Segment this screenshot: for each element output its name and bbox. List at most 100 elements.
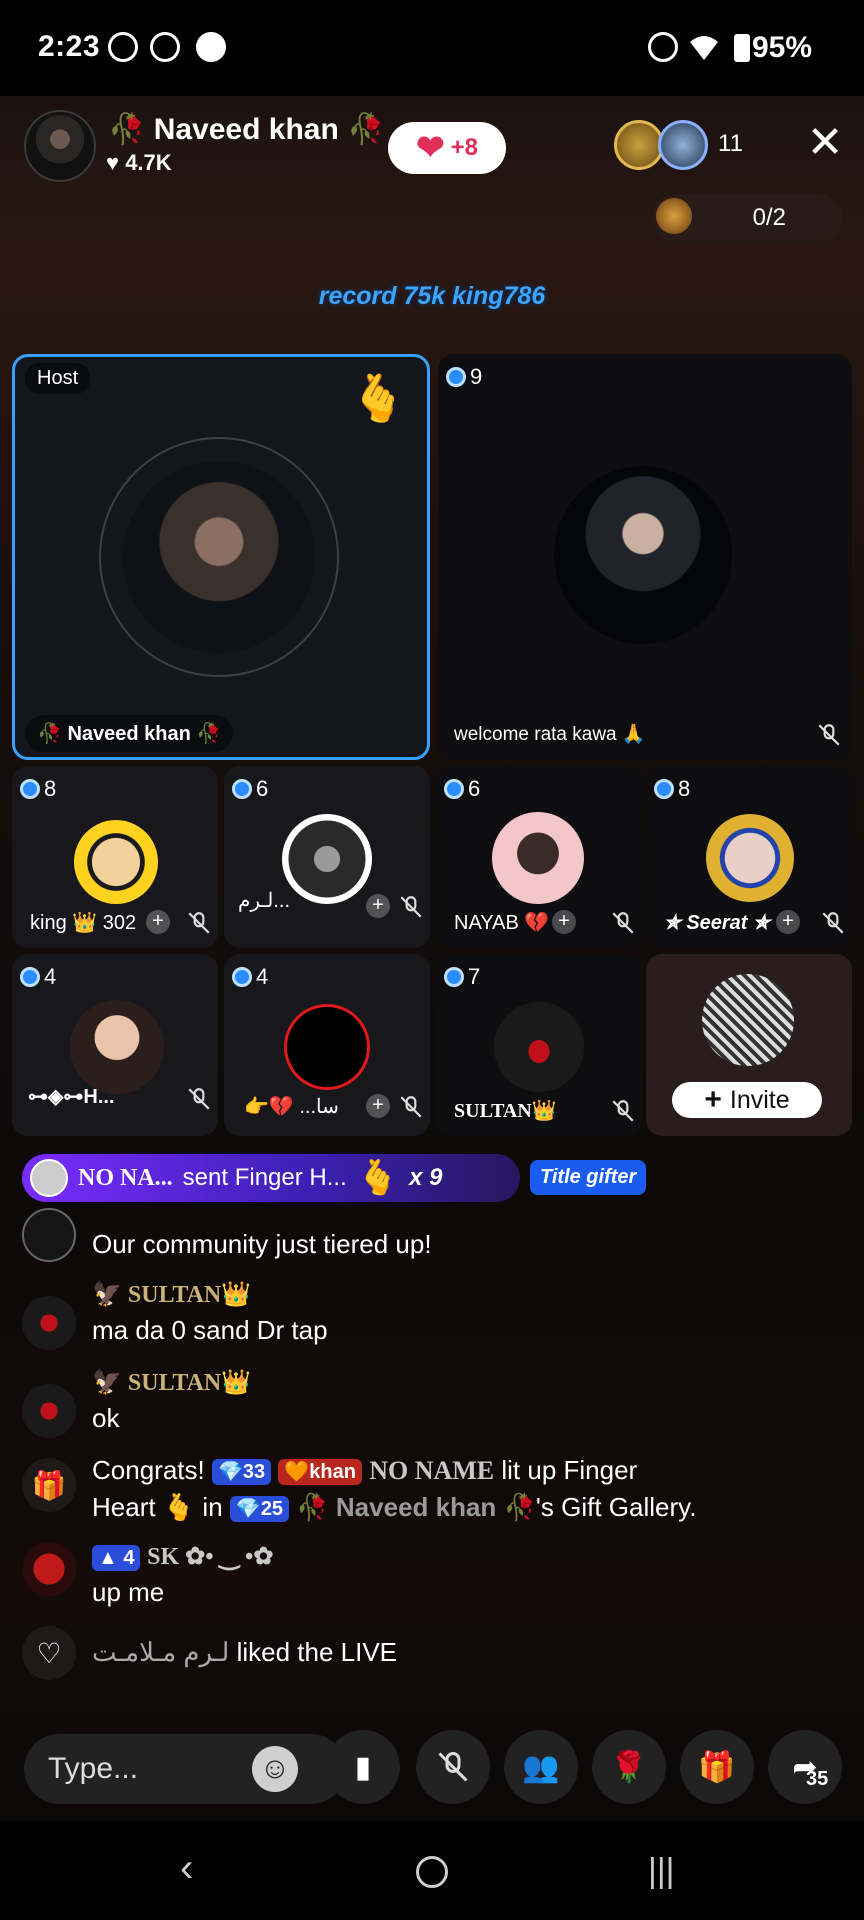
guest-seat[interactable]: 4 ⊶◈⊶H... <box>12 954 218 1136</box>
chat-username[interactable]: 🦅 SULTAN👑 <box>92 1280 251 1309</box>
pet-icon <box>656 198 692 234</box>
eagle-icon: 🦅 <box>92 1282 128 1308</box>
guest-seat[interactable]: 6 NAYAB 💔 + <box>436 766 642 948</box>
mic-off-icon[interactable] <box>416 1730 490 1804</box>
rose-icon: 🥀 <box>108 113 154 146</box>
home-icon[interactable] <box>416 1856 448 1888</box>
video-off-icon[interactable]: ▮ <box>326 1730 400 1804</box>
seat-name: king 👑 302 <box>30 912 137 934</box>
battery-percent: 95% <box>752 31 813 64</box>
guest-seat[interactable]: 9 welcome rata kawa 🙏 <box>438 354 852 760</box>
facebook-icon <box>196 32 226 62</box>
dnd-icon <box>648 32 678 62</box>
chat-avatar[interactable] <box>22 1542 76 1596</box>
guest-seat[interactable]: 7 SULTAN👑 <box>436 954 642 1136</box>
host-seat-name: 🥀 Naveed khan 🥀 <box>25 715 234 752</box>
seat-number: 4 <box>20 964 56 990</box>
add-friend-icon[interactable]: + <box>552 910 576 934</box>
recents-icon[interactable]: ||| <box>648 1852 675 1891</box>
viewer-avatar[interactable] <box>614 120 664 170</box>
guest-seat[interactable]: 8 ✯ Seerat ✯ + <box>646 766 852 948</box>
seat-avatar <box>70 1000 164 1094</box>
eagle-icon: 🦅 <box>92 1370 128 1396</box>
chat-avatar[interactable] <box>22 1384 76 1438</box>
host-seat[interactable]: Host 🫰 🥀 Naveed khan 🥀 <box>12 354 430 760</box>
people-icon[interactable]: 👥 <box>504 1730 578 1804</box>
host-tag: Host <box>25 363 91 394</box>
plus-icon: + <box>704 1083 722 1116</box>
invite-seat[interactable]: + Invite <box>646 954 852 1136</box>
host-likes: ♥ 4.7K <box>106 150 172 175</box>
level-badge: 💎25 <box>229 1496 290 1523</box>
seat-name: ✯ Seerat ✯ <box>664 912 770 934</box>
finger-heart-icon: 🫰 <box>356 1159 400 1197</box>
level-dot-icon <box>232 779 252 799</box>
viewer-count[interactable]: 11 <box>718 130 743 158</box>
chat-avatar[interactable] <box>22 1208 76 1262</box>
chat-username[interactable]: 🦅 SULTAN👑 <box>92 1368 251 1397</box>
rose-icon: 🥀 <box>190 723 222 745</box>
seat-number: 9 <box>446 364 482 390</box>
viewer-avatar[interactable] <box>658 120 708 170</box>
seat-avatar <box>492 812 584 904</box>
back-icon[interactable]: ‹ <box>180 1846 193 1891</box>
add-friend-icon[interactable]: + <box>366 1094 390 1118</box>
seat-number: 7 <box>444 964 480 990</box>
rose-icon: 🥀 <box>503 1492 536 1522</box>
level-dot-icon <box>20 967 40 987</box>
host-name[interactable]: 🥀 Naveed khan 🥀 <box>108 112 385 147</box>
seat-number: 6 <box>444 776 480 802</box>
like-button[interactable]: ❤ +8 <box>388 122 506 174</box>
fan-badge: 🧡khan <box>278 1459 362 1486</box>
add-friend-icon[interactable]: + <box>366 894 390 918</box>
seat-avatar <box>706 814 794 902</box>
sender-avatar <box>30 1159 68 1197</box>
like-text: ﻟـﺮﻡ ﻣـﻼﻣـﺖ liked the LIVE <box>92 1637 398 1667</box>
guest-seat[interactable]: 6 ﻟـﺮﻡ... + <box>224 766 430 948</box>
chat-username[interactable]: ▲ 4 SK ✿• ‿ •✿ <box>92 1542 273 1571</box>
mic-off-icon <box>188 1088 210 1110</box>
level-dot-icon <box>444 779 464 799</box>
rose-gift-icon[interactable]: 🌹 <box>592 1730 666 1804</box>
add-friend-icon[interactable]: + <box>146 910 170 934</box>
level-dot-icon <box>654 779 674 799</box>
seat-name: ﻟـﺮﻡ... <box>238 890 291 912</box>
seat-avatar <box>702 974 794 1066</box>
level-dot-icon <box>444 967 464 987</box>
seat-avatar <box>494 1002 584 1092</box>
title-gifter-badge[interactable]: Title gifter <box>530 1160 647 1195</box>
invite-button[interactable]: + Invite <box>672 1082 822 1118</box>
seat-avatar <box>74 820 158 904</box>
host-seat-avatar <box>123 461 315 653</box>
seat-name: SULTAN👑 <box>454 1100 557 1122</box>
mic-off-icon <box>400 1096 422 1118</box>
mic-off-icon <box>818 724 840 746</box>
guest-seat[interactable]: 4 👉💔 ...سا + <box>224 954 430 1136</box>
gift-button-icon[interactable]: 🎁 <box>680 1730 754 1804</box>
seat-avatar <box>284 1004 370 1090</box>
rose-icon: 🥀 <box>37 723 68 745</box>
rose-icon: 🥀 <box>338 113 385 146</box>
emoji-icon[interactable]: ☺ <box>252 1746 298 1792</box>
level-badge: ▲ 4 <box>92 1544 141 1571</box>
heart-outline-icon: ♡ <box>22 1626 76 1680</box>
share-icon[interactable]: ➦ <box>768 1730 842 1804</box>
guest-seat[interactable]: 8 king 👑 302 + <box>12 766 218 948</box>
seat-name: ⊶◈⊶H... <box>28 1086 115 1108</box>
gift-text: sent Finger H... <box>182 1164 347 1191</box>
heart-icon: ❤ <box>416 129 445 167</box>
chat-avatar[interactable] <box>22 1296 76 1350</box>
gift-notification: NO NA... sent Finger H... 🫰 x 9 <box>22 1154 520 1202</box>
gift-message-text: Congrats! 💎33 🧡khan NO NAME lit up Finge… <box>92 1455 697 1523</box>
close-icon[interactable]: ✕ <box>804 121 846 165</box>
mic-off-icon <box>612 912 634 934</box>
add-friend-icon[interactable]: + <box>776 910 800 934</box>
seat-number: 6 <box>232 776 268 802</box>
whatsapp-icon <box>150 32 180 62</box>
rose-icon: 🥀 <box>296 1492 329 1522</box>
level-dot-icon <box>20 779 40 799</box>
heart-icon: ♥ <box>106 150 126 175</box>
wifi-icon <box>690 36 718 60</box>
seat-name: welcome rata kawa 🙏 <box>454 724 646 745</box>
host-avatar[interactable] <box>24 110 96 182</box>
